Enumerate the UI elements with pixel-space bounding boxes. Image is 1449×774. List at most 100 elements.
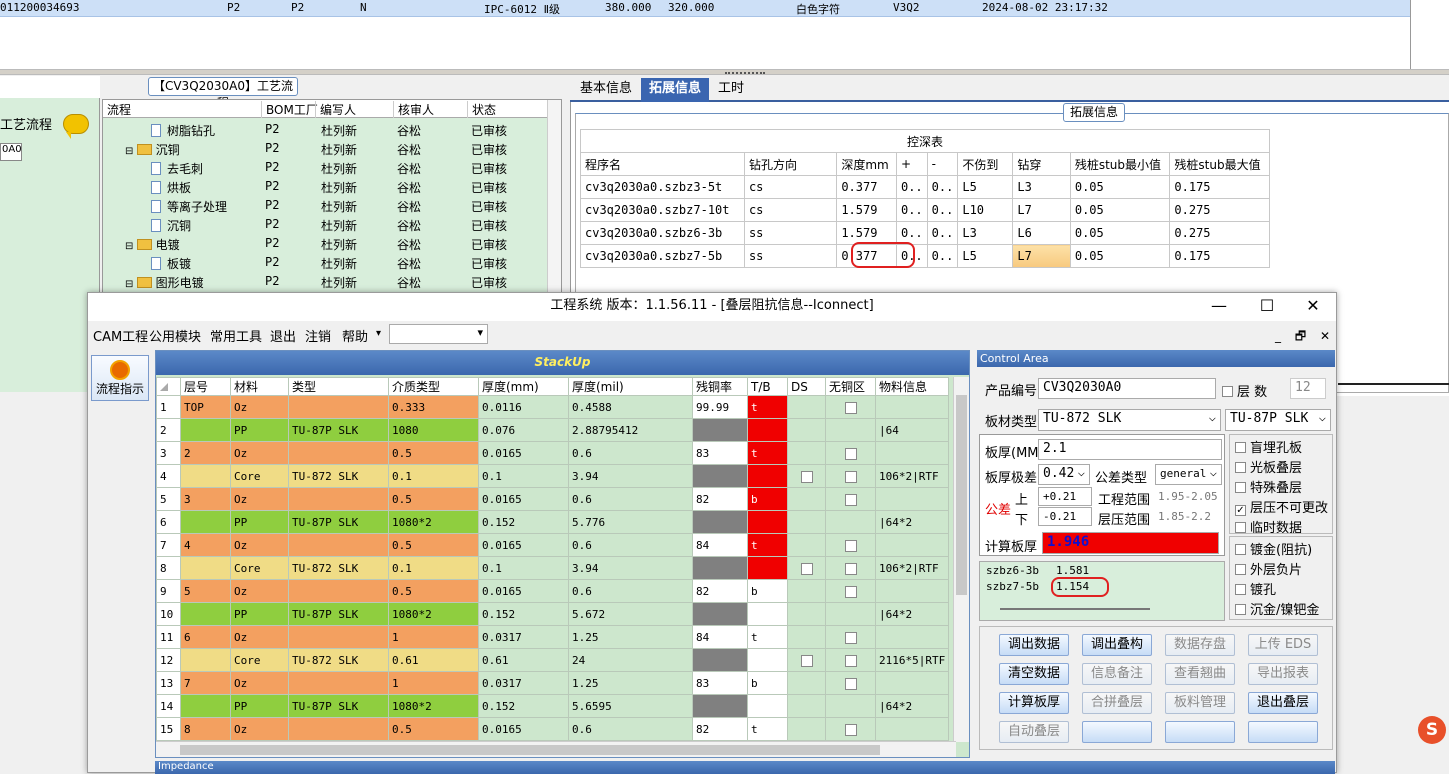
stackup-hscroll[interactable] bbox=[156, 741, 956, 757]
no-copper-checkbox[interactable] bbox=[844, 654, 857, 667]
depth-header[interactable]: + bbox=[895, 152, 928, 176]
stackup-header[interactable]: 物料信息 bbox=[874, 377, 950, 396]
menu-cam[interactable]: CAM工程 bbox=[93, 326, 148, 345]
no-copper-cell[interactable] bbox=[825, 717, 876, 741]
depth-cell[interactable]: L6 bbox=[1012, 221, 1071, 245]
mdi-restore-button[interactable]: 🗗 bbox=[1295, 329, 1306, 343]
depth-cell[interactable]: L3 bbox=[957, 221, 1014, 245]
stackup-cell-tb[interactable] bbox=[747, 602, 788, 626]
stackup-cell-type[interactable]: TU-87P SLK bbox=[288, 418, 389, 442]
stackup-cell-layer[interactable] bbox=[180, 556, 231, 580]
tab-basic-info[interactable]: 基本信息 bbox=[572, 78, 640, 102]
stackup-cell-mil[interactable]: 0.6 bbox=[568, 533, 693, 557]
ds-cell[interactable] bbox=[787, 625, 826, 649]
stackup-row[interactable]: 10 PP TU-87P SLK 1080*2 0.152 5.672 |64*2 bbox=[156, 602, 950, 626]
depth-header[interactable]: 深度mm bbox=[836, 152, 897, 176]
stackup-row[interactable]: 12 Core TU-872 SLK 0.61 0.61 24 2116*5|RTF bbox=[156, 648, 950, 672]
depth-cell[interactable]: L7 bbox=[1012, 198, 1071, 222]
stackup-cell-info[interactable]: |64*2 bbox=[874, 602, 950, 626]
stackup-cell-n[interactable]: 10 bbox=[156, 602, 181, 626]
stackup-cell-layer[interactable]: 8 bbox=[180, 717, 231, 741]
stackup-row[interactable]: 9 5 Oz 0.5 0.0165 0.6 82 b bbox=[156, 579, 950, 603]
stackup-cell-mm[interactable]: 0.61 bbox=[478, 648, 569, 672]
stackup-cell-info[interactable]: 2116*5|RTF bbox=[874, 648, 950, 672]
stackup-cell-tb[interactable]: t bbox=[747, 717, 788, 741]
depth-row[interactable]: cv3q2030a0.szbz3-5t cs 0.377 0.. 0.. L5 L3 0.05… bbox=[580, 175, 1270, 199]
mdi-close-button[interactable]: ✕ bbox=[1320, 329, 1330, 343]
no-copper-cell[interactable] bbox=[825, 464, 876, 488]
depth-cell[interactable]: L5 bbox=[957, 244, 1014, 268]
stackup-cell-layer[interactable]: 6 bbox=[180, 625, 231, 649]
stackup-row[interactable]: 13 7 Oz 1 0.0317 1.25 83 b bbox=[156, 671, 950, 695]
ds-cell[interactable] bbox=[787, 395, 826, 419]
no-copper-checkbox[interactable] bbox=[844, 539, 857, 552]
scroll-thumb[interactable] bbox=[180, 745, 880, 755]
stackup-cell-layer[interactable]: 3 bbox=[180, 487, 231, 511]
stackup-cell-diel[interactable]: 1080*2 bbox=[388, 602, 479, 626]
maximize-button[interactable]: ☐ bbox=[1244, 293, 1290, 321]
stackup-cell-info[interactable]: |64*2 bbox=[874, 694, 950, 718]
stackup-cell-layer[interactable]: 4 bbox=[180, 533, 231, 557]
menu-logout[interactable]: 注销 bbox=[305, 326, 331, 345]
stackup-cell-tb[interactable]: t bbox=[747, 625, 788, 649]
stackup-cell-n[interactable]: 3 bbox=[156, 441, 181, 465]
ds-cell[interactable] bbox=[787, 510, 826, 534]
stackup-cell-mm[interactable]: 0.152 bbox=[478, 602, 569, 626]
stackup-row[interactable]: 6 PP TU-87P SLK 1080*2 0.152 5.776 |64*2 bbox=[156, 510, 950, 534]
stackup-cell-mil[interactable]: 2.88795412 bbox=[568, 418, 693, 442]
header-reviewer[interactable]: 核审人 bbox=[393, 101, 434, 118]
depth-cell[interactable]: cv3q2030a0.szbz3-5t bbox=[580, 175, 745, 199]
top-record-row[interactable]: 011200034693 P2 P2 N IPC-6012 Ⅱ级 380.000… bbox=[0, 0, 1410, 17]
thickness-field[interactable]: 2.1 bbox=[1038, 439, 1222, 460]
board-type2-select[interactable]: TU-87P SLK bbox=[1225, 409, 1331, 431]
stackup-cell-mm[interactable]: 0.0165 bbox=[478, 533, 569, 557]
no-copper-checkbox[interactable] bbox=[844, 447, 857, 460]
stackup-cell-mm[interactable]: 0.0116 bbox=[478, 395, 569, 419]
left-panel-input[interactable]: 0A0 bbox=[0, 143, 22, 161]
stackup-cell-diel[interactable]: 0.1 bbox=[388, 464, 479, 488]
no-copper-checkbox[interactable] bbox=[844, 631, 857, 644]
stackup-cell-tb[interactable] bbox=[747, 556, 788, 580]
stackup-cell-mil[interactable]: 0.6 bbox=[568, 717, 693, 741]
stackup-cell-info[interactable]: |64*2 bbox=[874, 510, 950, 534]
board-type-select[interactable]: TU-872 SLK bbox=[1038, 409, 1221, 431]
stackup-cell-mat[interactable]: Oz bbox=[230, 533, 289, 557]
no-copper-cell[interactable] bbox=[825, 556, 876, 580]
menu-public[interactable]: 公用模块 bbox=[149, 326, 201, 345]
stackup-cell-res[interactable] bbox=[692, 510, 748, 534]
depth-row[interactable]: cv3q2030a0.szbz6-3b ss 1.579 0.. 0.. L3 L6 0.05… bbox=[580, 221, 1270, 245]
stackup-cell-tb[interactable] bbox=[747, 464, 788, 488]
process-row[interactable]: ⊟ 沉铜 P2 杜列新 谷松 已审核 bbox=[103, 139, 548, 158]
stackup-cell-layer[interactable] bbox=[180, 464, 231, 488]
depth-header[interactable]: 残桩stub最大值 bbox=[1169, 152, 1270, 176]
stackup-cell-info[interactable]: |64 bbox=[874, 418, 950, 442]
stackup-row[interactable]: 11 6 Oz 1 0.0317 1.25 84 t bbox=[156, 625, 950, 649]
upper-field[interactable]: +0.21 bbox=[1038, 487, 1092, 506]
no-copper-checkbox[interactable] bbox=[844, 585, 857, 598]
stackup-cell-n[interactable]: 6 bbox=[156, 510, 181, 534]
depth-header[interactable]: 残桩stub最小值 bbox=[1069, 152, 1171, 176]
stackup-cell-mat[interactable]: Oz bbox=[230, 625, 289, 649]
ds-cell[interactable] bbox=[787, 556, 826, 580]
depth-cell[interactable]: 0.. bbox=[926, 175, 959, 199]
stackup-cell-info[interactable] bbox=[874, 625, 950, 649]
product-field[interactable]: CV3Q2030A0 bbox=[1038, 378, 1216, 399]
stackup-cell-diel[interactable]: 0.5 bbox=[388, 487, 479, 511]
process-row[interactable]: 烘板 P2 杜列新 谷松 已审核 bbox=[103, 177, 548, 196]
no-copper-cell[interactable] bbox=[825, 671, 876, 695]
process-row[interactable]: ⊟ 电镀 P2 杜列新 谷松 已审核 bbox=[103, 234, 548, 253]
stackup-cell-layer[interactable] bbox=[180, 648, 231, 672]
stackup-cell-tb[interactable]: b bbox=[747, 671, 788, 695]
ds-cell[interactable] bbox=[787, 602, 826, 626]
depth-cell[interactable]: 0.. bbox=[926, 198, 959, 222]
stackup-row[interactable]: 5 3 Oz 0.5 0.0165 0.6 82 b bbox=[156, 487, 950, 511]
stackup-cell-n[interactable]: 14 bbox=[156, 694, 181, 718]
ds-checkbox[interactable] bbox=[800, 654, 813, 667]
no-copper-cell[interactable] bbox=[825, 602, 876, 626]
stackup-cell-diel[interactable]: 1 bbox=[388, 671, 479, 695]
stackup-cell-mm[interactable]: 0.076 bbox=[478, 418, 569, 442]
chat-bubble-icon[interactable] bbox=[63, 114, 89, 139]
stackup-cell-res[interactable] bbox=[692, 418, 748, 442]
stackup-header[interactable]: 介质类型 bbox=[388, 377, 479, 396]
ds-cell[interactable] bbox=[787, 464, 826, 488]
